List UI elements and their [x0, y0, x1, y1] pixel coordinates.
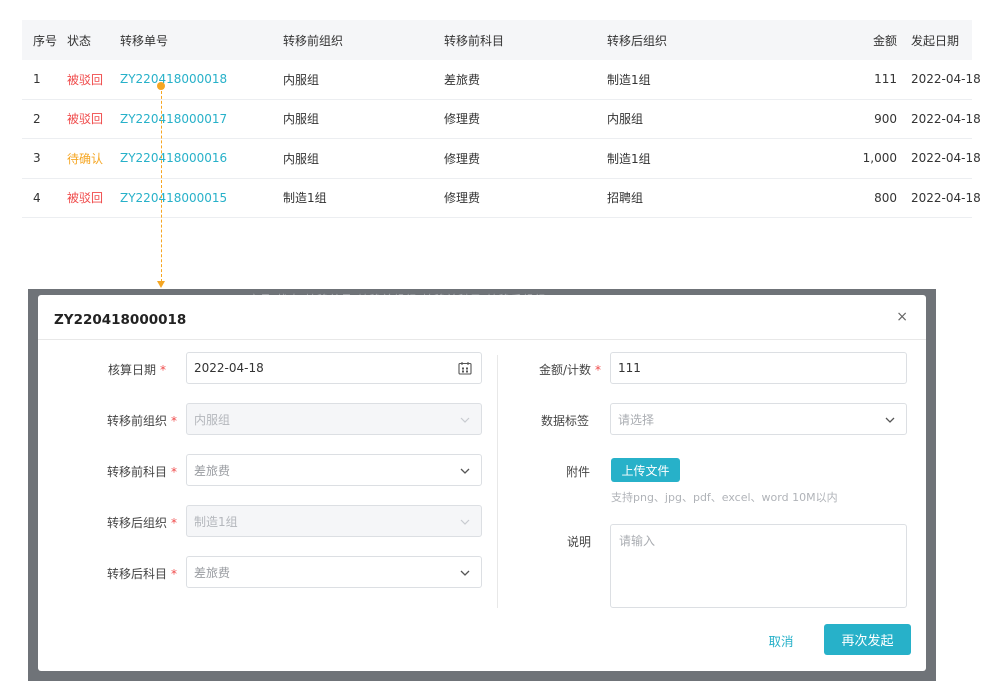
org-after-cell: 制造1组 — [607, 151, 651, 166]
subject-before-cell: 差旅费 — [444, 72, 481, 87]
header-subject-before: 转移前科目 — [444, 33, 505, 48]
connector-line — [161, 86, 162, 282]
org-after-cell: 招聘组 — [607, 191, 644, 206]
amount-cell: 800 — [874, 190, 897, 205]
subject-before-cell: 修理费 — [444, 191, 481, 206]
org-after-cell: 制造1组 — [607, 72, 651, 87]
column-divider — [497, 355, 498, 608]
subject-before-cell: 修理费 — [444, 151, 481, 166]
description-textarea[interactable]: 请输入 — [610, 524, 907, 608]
amount-cell: 900 — [874, 111, 897, 126]
chevron-down-icon — [459, 465, 471, 477]
subject-before-select[interactable]: 差旅费 — [186, 454, 482, 486]
title-divider — [38, 339, 926, 340]
chevron-down-icon — [884, 414, 896, 426]
org-before-cell: 内服组 — [283, 72, 320, 87]
connector-arrow-icon — [157, 281, 165, 288]
date-cell: 2022-04-18 — [911, 190, 981, 205]
status-badge: 被驳回 — [67, 191, 104, 206]
accounting-date-label: 核算日期 * — [108, 363, 167, 377]
required-mark: * — [171, 516, 178, 530]
connector-dot — [157, 82, 165, 90]
cancel-button[interactable]: 取消 — [758, 625, 804, 655]
status-badge: 被驳回 — [67, 112, 104, 127]
date-cell: 2022-04-18 — [911, 72, 981, 87]
edit-dialog: ZY220418000018 × 核算日期 * 2022-04-18 转移前组织 *… — [38, 295, 926, 671]
row-index: 3 — [33, 151, 41, 166]
subject-after-value: 差旅费 — [194, 565, 231, 580]
transfer-table: 序号 状态 转移单号 转移前组织 转移前科目 转移后组织 金额 发起日期 1 被… — [22, 20, 981, 218]
upload-file-button[interactable]: 上传文件 — [611, 458, 680, 482]
org-before-select: 内服组 — [186, 403, 482, 435]
close-icon[interactable]: × — [896, 309, 908, 325]
amount-input[interactable]: 111 — [610, 352, 907, 384]
header-org-after: 转移后组织 — [607, 33, 668, 48]
dialog-title: ZY220418000018 — [54, 312, 187, 328]
date-cell: 2022-04-18 — [911, 151, 981, 166]
chevron-down-icon — [459, 516, 471, 528]
row-index: 1 — [33, 72, 41, 87]
status-badge: 待确认 — [67, 151, 104, 166]
transfer-no-link[interactable]: ZY220418000015 — [106, 191, 269, 205]
org-before-cell: 制造1组 — [283, 191, 327, 206]
org-before-value: 内服组 — [194, 412, 231, 427]
data-tag-select[interactable]: 请选择 — [610, 403, 907, 435]
table-row: 2 被驳回 ZY220418000017 内服组 修理费 内服组 900 202… — [22, 100, 981, 139]
amount-label: 金额/计数 * — [539, 363, 602, 377]
transfer-no-link[interactable]: ZY220418000017 — [106, 112, 269, 126]
data-tag-label: 数据标签 — [541, 414, 590, 428]
calendar-icon[interactable] — [458, 361, 472, 375]
subject-before-cell: 修理费 — [444, 112, 481, 127]
row-index: 4 — [33, 190, 41, 205]
org-after-cell: 内服组 — [607, 112, 644, 127]
header-index: 序号 — [33, 33, 58, 48]
transfer-no-link[interactable]: ZY220418000016 — [106, 151, 269, 165]
header-org-before: 转移前组织 — [283, 33, 344, 48]
amount-value: 111 — [618, 361, 641, 375]
header-transfer-no: 转移单号 — [120, 33, 169, 48]
transfer-no-link[interactable]: ZY220418000018 — [106, 72, 269, 86]
chevron-down-icon — [459, 567, 471, 579]
required-mark: * — [171, 465, 178, 479]
org-after-label: 转移后组织 * — [107, 516, 178, 530]
required-mark: * — [160, 363, 167, 377]
table-row: 4 被驳回 ZY220418000015 制造1组 修理费 招聘组 800 20… — [22, 179, 981, 218]
accounting-date-picker[interactable]: 2022-04-18 — [186, 352, 482, 384]
subject-after-select[interactable]: 差旅费 — [186, 556, 482, 588]
chevron-down-icon — [459, 414, 471, 426]
amount-cell: 1,000 — [862, 151, 897, 166]
resubmit-button[interactable]: 再次发起 — [824, 624, 911, 655]
org-before-cell: 内服组 — [283, 112, 320, 127]
subject-before-value: 差旅费 — [194, 463, 231, 478]
amount-cell: 111 — [874, 72, 897, 87]
subject-after-label: 转移后科目 * — [107, 567, 178, 581]
org-before-label: 转移前组织 * — [107, 414, 178, 428]
attachment-label: 附件 — [566, 465, 591, 479]
org-after-select: 制造1组 — [186, 505, 482, 537]
header-amount: 金额 — [872, 33, 897, 48]
date-cell: 2022-04-18 — [911, 111, 981, 126]
header-date: 发起日期 — [911, 33, 960, 48]
org-after-value: 制造1组 — [194, 514, 238, 529]
required-mark: * — [171, 567, 178, 581]
required-mark: * — [171, 414, 178, 428]
status-badge: 被驳回 — [67, 72, 104, 87]
required-mark: * — [595, 363, 602, 377]
table-row: 1 被驳回 ZY220418000018 内服组 差旅费 制造1组 111 20… — [22, 60, 981, 100]
table-row: 3 待确认 ZY220418000016 内服组 修理费 制造1组 1,000 … — [22, 139, 981, 179]
header-status: 状态 — [67, 33, 92, 48]
description-label: 说明 — [567, 535, 592, 549]
row-index: 2 — [33, 111, 41, 126]
table-header: 序号 状态 转移单号 转移前组织 转移前科目 转移后组织 金额 发起日期 — [22, 20, 972, 60]
accounting-date-value: 2022-04-18 — [194, 361, 264, 375]
data-tag-placeholder: 请选择 — [618, 412, 655, 427]
org-before-cell: 内服组 — [283, 151, 320, 166]
upload-hint: 支持png、jpg、pdf、excel、word 10M以内 — [611, 491, 838, 504]
subject-before-label: 转移前科目 * — [107, 465, 178, 479]
